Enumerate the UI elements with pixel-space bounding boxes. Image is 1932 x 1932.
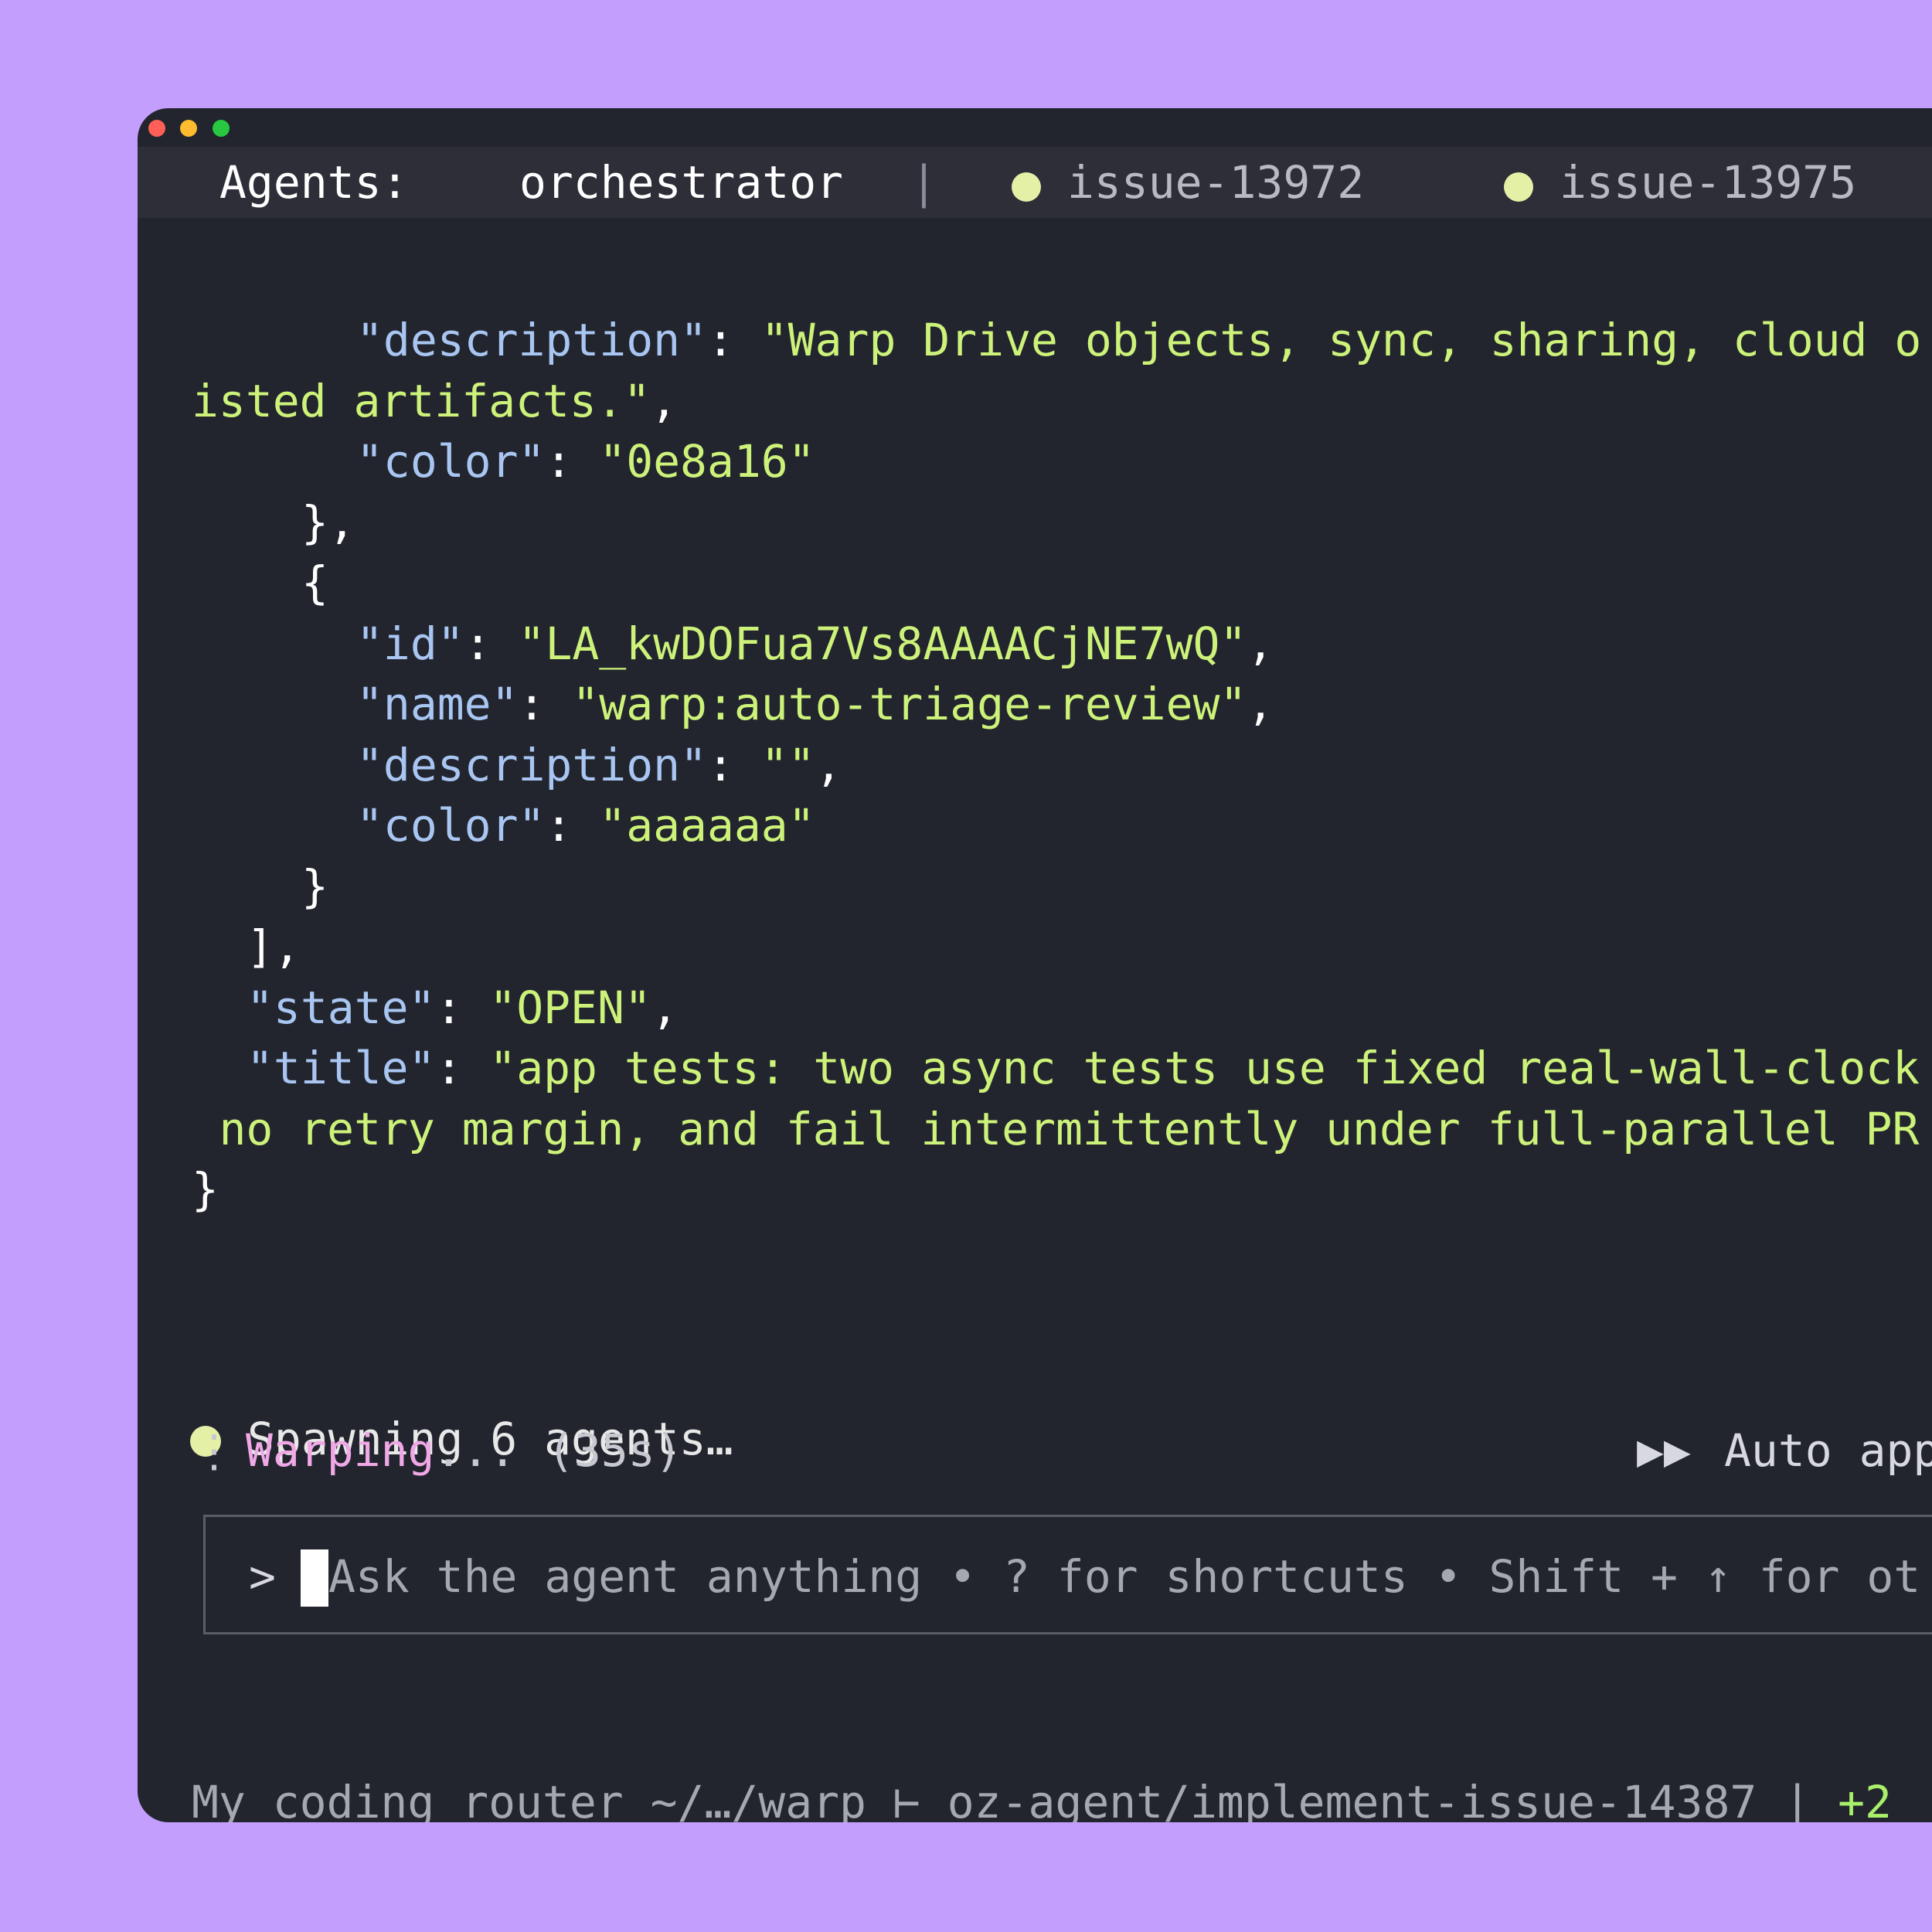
json-key: "state" [247, 981, 436, 1034]
auto-approve-label[interactable]: Auto app [1724, 1423, 1932, 1478]
tab-separator: | [910, 156, 937, 209]
text-cursor [301, 1549, 328, 1607]
minimize-window-icon[interactable] [180, 120, 197, 137]
agent-output: "description": "Warp Drive objects, sync… [138, 218, 1932, 1465]
code-line: "title": "app tests: two async tests use… [247, 1041, 1920, 1095]
json-string-value: "aaaaaa" [599, 799, 815, 852]
json-punctuation: : [435, 981, 490, 1034]
json-punctuation: , [815, 738, 842, 791]
tab-status-dot [1012, 172, 1041, 202]
code-line: "state": "OPEN", [247, 981, 679, 1035]
close-window-icon[interactable] [148, 120, 165, 137]
json-punctuation: } [301, 859, 328, 913]
fast-forward-icon[interactable]: ▶▶ [1637, 1423, 1691, 1478]
code-line: } [301, 859, 328, 913]
json-key: "title" [247, 1042, 436, 1094]
code-line: } [192, 1162, 219, 1216]
warping-label: Warping [246, 1424, 435, 1477]
tab-orchestrator[interactable]: orchestrator [519, 158, 843, 207]
json-punctuation: }, [301, 495, 355, 549]
json-key: "color" [356, 435, 546, 488]
code-line: }, [301, 495, 355, 549]
tab-status-dot [1504, 172, 1533, 202]
title-bar [138, 108, 1932, 147]
json-punctuation: : [435, 1042, 490, 1094]
json-key: "id" [356, 617, 464, 670]
vertical-ellipsis-icon[interactable]: ⋮ [192, 1423, 236, 1478]
json-punctuation: : [706, 314, 761, 366]
json-punctuation: , [1247, 617, 1274, 670]
agents-tab-bar: Agents: orchestrator | issue-13972 issue… [138, 147, 1932, 218]
warping-elapsed: (35s) [547, 1424, 682, 1477]
json-key: "description" [356, 738, 707, 791]
json-punctuation: } [192, 1163, 219, 1216]
agents-label: Agents: [219, 156, 409, 209]
terminal-window: Agents: orchestrator | issue-13972 issue… [138, 108, 1932, 1822]
json-punctuation: : [545, 799, 600, 852]
json-string-value: "" [760, 738, 815, 791]
prompt-placeholder[interactable]: Ask the agent anything • ? for shortcuts… [328, 1548, 1920, 1605]
json-punctuation: : [545, 435, 600, 488]
zoom-window-icon[interactable] [213, 120, 230, 137]
json-string-value: "0e8a16" [599, 435, 815, 488]
code-line: ], [247, 920, 301, 974]
json-string-value: "LA_kwDOFua7Vs8AAAACjNE7wQ" [518, 617, 1247, 670]
status-footer: My coding router ~/…/warp ⊢ oz-agent/imp… [192, 1775, 1892, 1822]
json-punctuation: { [301, 556, 328, 609]
code-line: no retry margin, and fail intermittently… [219, 1102, 1920, 1156]
json-punctuation: , [651, 981, 679, 1034]
json-string-value: "app tests: two async tests use fixed re… [489, 1042, 1920, 1094]
json-punctuation: ], [247, 920, 301, 973]
tab-issue-13975[interactable]: issue-13975 [1560, 158, 1856, 207]
json-key: "name" [356, 678, 519, 730]
code-line: "id": "LA_kwDOFua7Vs8AAAACjNE7wQ", [356, 617, 1274, 671]
code-line: { [301, 556, 328, 610]
json-punctuation: : [706, 738, 761, 791]
json-punctuation: : [518, 678, 573, 730]
warping-dots: ... [435, 1424, 516, 1477]
prompt-chevron: > [249, 1550, 276, 1603]
json-key: "description" [356, 314, 707, 366]
code-line: "description": "Warp Drive objects, sync… [356, 313, 1921, 367]
json-punctuation: , [650, 374, 678, 427]
code-line: isted artifacts.", [192, 374, 678, 428]
json-key: "color" [356, 799, 546, 852]
tab-issue-13972[interactable]: issue-13972 [1067, 158, 1364, 207]
code-line: "name": "warp:auto-triage-review", [356, 677, 1274, 731]
code-line: "color": "aaaaaa" [356, 798, 815, 852]
footer-context-text: My coding router ~/…/warp ⊢ oz-agent/imp… [192, 1776, 1838, 1822]
background: Agents: orchestrator | issue-13972 issue… [0, 0, 1932, 1932]
json-punctuation: , [1247, 678, 1274, 730]
json-string-value: "OPEN" [489, 981, 651, 1034]
json-string-value: "Warp Drive objects, sync, sharing, clou… [760, 314, 1922, 366]
json-string-value: "warp:auto-triage-review" [572, 678, 1247, 730]
json-string-value: isted artifacts." [192, 374, 651, 427]
diff-count[interactable]: +2 [1838, 1776, 1892, 1822]
json-string-value: no retry margin, and fail intermittently… [219, 1102, 1920, 1155]
code-line: "description": "", [356, 738, 842, 792]
agent-prompt-input-box[interactable]: > Ask the agent anything • ? for shortcu… [203, 1515, 1932, 1634]
json-punctuation: : [464, 617, 519, 670]
code-line: "color": "0e8a16" [356, 434, 815, 488]
